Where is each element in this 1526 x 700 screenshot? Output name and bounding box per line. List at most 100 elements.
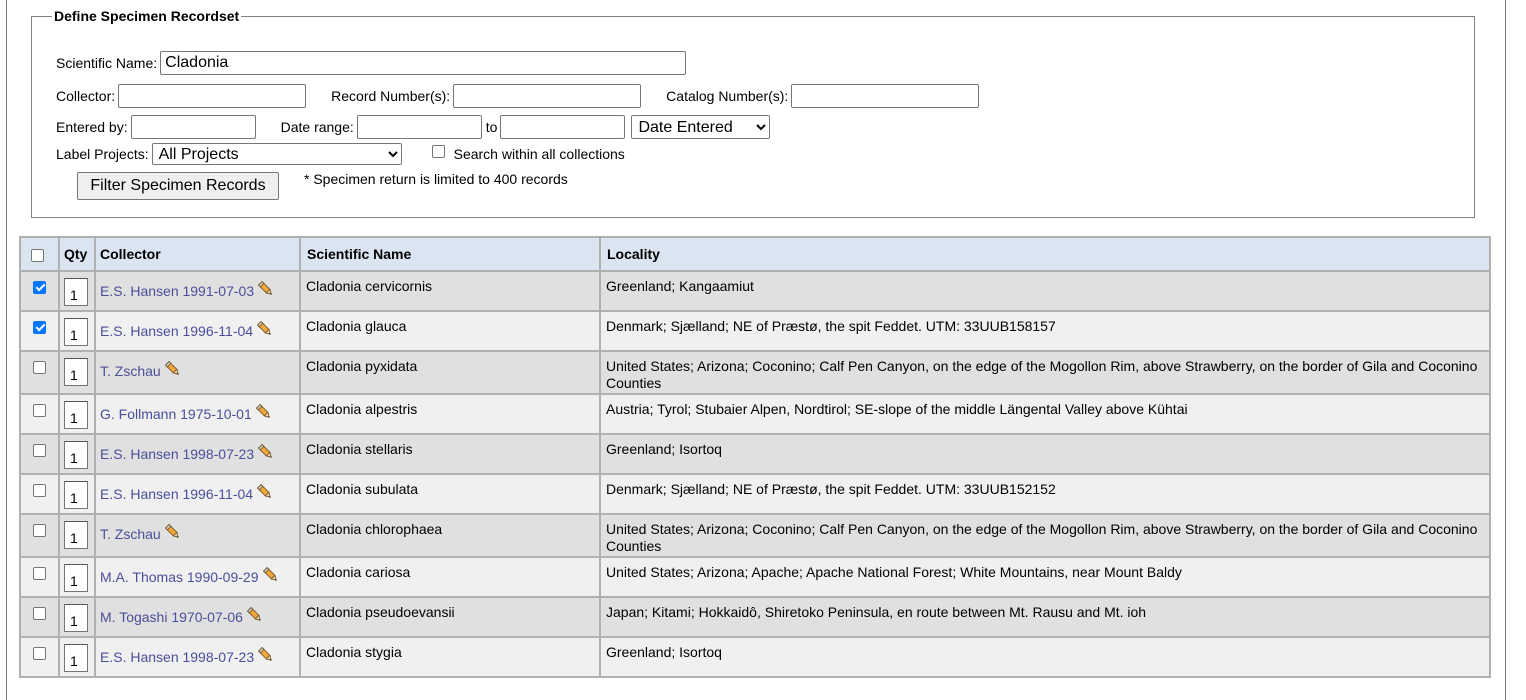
recordnum-label: Record Number(s): xyxy=(331,88,451,104)
daterange-label: Date range: xyxy=(280,119,354,135)
locality-cell: Denmark; Sjælland; NE of Præstø, the spi… xyxy=(599,310,1491,352)
collector-cell: M. Togashi 1970-07-06 xyxy=(94,596,301,638)
locality-cell: Greenland; Kangaamiut xyxy=(599,270,1491,312)
edit-pencil-icon[interactable] xyxy=(257,646,275,667)
qty-cell: 1 xyxy=(58,350,96,395)
qty-cell: 1 xyxy=(58,433,96,475)
collector-link[interactable]: M.A. Thomas 1990-09-29 xyxy=(100,569,259,585)
collector-link[interactable]: E.S. Hansen 1998-07-23 xyxy=(100,649,254,665)
qty-cell: 1 xyxy=(58,310,96,352)
table-row: 1 G. Follmann 1975-10-01 Cladonia alpestri… xyxy=(19,393,1491,435)
recordnum-input[interactable] xyxy=(453,84,642,108)
qty-input[interactable]: 1 xyxy=(64,401,88,429)
qty-cell: 1 xyxy=(58,596,96,638)
collector-link[interactable]: M. Togashi 1970-07-06 xyxy=(100,609,243,625)
edit-pencil-icon[interactable] xyxy=(257,443,275,464)
edit-pencil-icon[interactable] xyxy=(164,523,182,544)
date-type-select[interactable]: Date Entered xyxy=(631,115,771,139)
sciname-cell: Cladonia pseudoevansii xyxy=(299,596,601,638)
qty-input[interactable]: 1 xyxy=(64,564,88,592)
collector-link[interactable]: E.S. Hansen 1996-11-04 xyxy=(100,486,253,502)
row-checkbox[interactable] xyxy=(33,523,46,537)
edit-pencil-icon[interactable] xyxy=(256,320,274,341)
collector-header: Collector xyxy=(94,236,301,272)
collector-cell: E.S. Hansen 1996-11-04 xyxy=(94,310,301,352)
select-all-header xyxy=(19,236,60,272)
labelprojects-label: Label Projects: xyxy=(56,146,149,162)
collector-link[interactable]: T. Zschau xyxy=(100,363,161,379)
qty-input[interactable]: 1 xyxy=(64,604,88,632)
qty-cell: 1 xyxy=(58,473,96,515)
collector-row: Collector: Record Number(s): Catalog Num… xyxy=(56,84,980,108)
collector-cell: E.S. Hansen 1998-07-23 xyxy=(94,636,301,678)
label-projects-row: Label Projects: All Projects Search with… xyxy=(56,143,625,165)
sciname-cell: Cladonia alpestris xyxy=(299,393,601,435)
qty-input[interactable]: 1 xyxy=(64,441,88,469)
collector-link[interactable]: E.S. Hansen 1998-07-23 xyxy=(100,446,254,462)
to-label: to xyxy=(485,119,498,135)
sciname-input[interactable] xyxy=(160,51,687,75)
row-select-cell xyxy=(19,556,60,598)
edit-pencil-icon[interactable] xyxy=(256,483,274,504)
sciname-cell: Cladonia stellaris xyxy=(299,433,601,475)
row-checkbox[interactable] xyxy=(33,566,46,580)
filter-records-button[interactable]: Filter Specimen Records xyxy=(77,172,279,200)
select-all-checkbox[interactable] xyxy=(31,248,44,262)
collector-input[interactable] xyxy=(118,84,307,108)
catalognum-label: Catalog Number(s): xyxy=(666,88,789,104)
row-select-cell xyxy=(19,513,60,558)
row-select-cell xyxy=(19,270,60,312)
edit-pencil-icon[interactable] xyxy=(262,566,280,587)
row-checkbox[interactable] xyxy=(33,360,46,374)
row-checkbox[interactable] xyxy=(33,280,46,294)
sciname-cell: Cladonia subulata xyxy=(299,473,601,515)
edit-pencil-icon[interactable] xyxy=(255,403,273,424)
row-select-cell xyxy=(19,310,60,352)
catalognum-input[interactable] xyxy=(791,84,980,108)
collector-link[interactable]: G. Follmann 1975-10-01 xyxy=(100,406,252,422)
search-all-checkbox[interactable] xyxy=(431,144,445,158)
row-checkbox[interactable] xyxy=(33,443,46,457)
collector-cell: M.A. Thomas 1990-09-29 xyxy=(94,556,301,598)
sciname-row: Scientific Name: xyxy=(56,51,687,75)
locality-cell: Japan; Kitami; Hokkaidô, Shiretoko Penin… xyxy=(599,596,1491,638)
edit-pencil-icon[interactable] xyxy=(164,360,182,381)
locality-cell: Greenland; Isortoq xyxy=(599,636,1491,678)
edit-pencil-icon[interactable] xyxy=(246,606,264,627)
date-from-input[interactable] xyxy=(356,115,482,139)
collector-link[interactable]: E.S. Hansen 1996-11-04 xyxy=(100,323,253,339)
row-checkbox[interactable] xyxy=(33,403,46,417)
date-to-input[interactable] xyxy=(500,115,626,139)
row-checkbox[interactable] xyxy=(33,606,46,620)
table-row: 1 E.S. Hansen 1998-07-23 Cladonia stellari… xyxy=(19,433,1491,475)
entered-row: Entered by: Date range: to Date Entered xyxy=(56,115,771,139)
collector-cell: G. Follmann 1975-10-01 xyxy=(94,393,301,435)
collector-label: Collector: xyxy=(56,88,116,104)
qty-cell: 1 xyxy=(58,393,96,435)
labelprojects-select[interactable]: All Projects xyxy=(151,143,402,165)
locality-header: Locality xyxy=(599,236,1491,272)
table-row: 1 E.S. Hansen 1996-11-04 Cladonia glauca De… xyxy=(19,310,1491,352)
sciname-header: Scientific Name xyxy=(299,236,601,272)
collector-link[interactable]: T. Zschau xyxy=(100,526,161,542)
search-all-label: Search within all collections xyxy=(453,146,625,162)
qty-input[interactable]: 1 xyxy=(64,278,88,306)
edit-pencil-icon[interactable] xyxy=(257,280,275,301)
qty-input[interactable]: 1 xyxy=(64,644,88,672)
locality-cell: Greenland; Isortoq xyxy=(599,433,1491,475)
qty-input[interactable]: 1 xyxy=(64,318,88,346)
qty-input[interactable]: 1 xyxy=(64,358,88,386)
enteredby-label: Entered by: xyxy=(56,119,128,135)
sciname-cell: Cladonia cariosa xyxy=(299,556,601,598)
collector-cell: E.S. Hansen 1991-07-03 xyxy=(94,270,301,312)
collector-link[interactable]: E.S. Hansen 1991-07-03 xyxy=(100,283,254,299)
table-row: 1 M. Togashi 1970-07-06 Cladonia pseudoeva… xyxy=(19,596,1491,638)
locality-cell: United States; Arizona; Coconino; Calf P… xyxy=(599,513,1491,558)
enteredby-input[interactable] xyxy=(130,115,256,139)
row-checkbox[interactable] xyxy=(33,320,46,334)
locality-cell: United States; Arizona; Coconino; Calf P… xyxy=(599,350,1491,395)
row-checkbox[interactable] xyxy=(33,483,46,497)
qty-cell: 1 xyxy=(58,513,96,558)
qty-input[interactable]: 1 xyxy=(64,521,88,549)
qty-input[interactable]: 1 xyxy=(64,481,88,509)
